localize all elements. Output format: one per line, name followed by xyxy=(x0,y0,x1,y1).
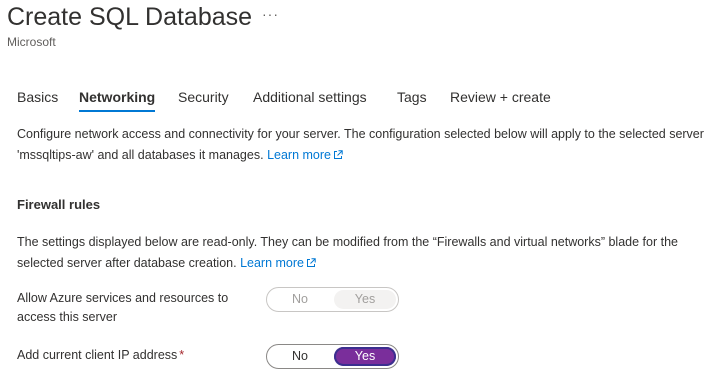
firewall-description-text: The settings displayed below are read-on… xyxy=(17,235,678,270)
tab-networking[interactable]: Networking xyxy=(79,86,156,112)
firewall-rules-heading: Firewall rules xyxy=(17,197,101,212)
tab-bar: Basics Networking Security Additional se… xyxy=(0,86,712,114)
allow-azure-yes-option[interactable]: Yes xyxy=(334,290,396,309)
required-marker: * xyxy=(179,348,185,362)
external-link-icon xyxy=(334,150,343,159)
page-title: Create SQL Database xyxy=(7,3,253,31)
allow-azure-no-option[interactable]: No xyxy=(269,290,331,309)
intro-learn-more-link[interactable]: Learn more xyxy=(267,148,343,162)
tab-security[interactable]: Security xyxy=(178,86,229,108)
add-client-ip-no-option[interactable]: No xyxy=(269,347,331,366)
tab-additional-settings[interactable]: Additional settings xyxy=(253,86,367,108)
publisher-label: Microsoft xyxy=(7,35,56,49)
allow-azure-services-label: Allow Azure services and resources to ac… xyxy=(17,291,229,324)
tab-tags[interactable]: Tags xyxy=(397,86,427,108)
add-client-ip-label: Add current client IP address * xyxy=(17,346,247,365)
tab-basics[interactable]: Basics xyxy=(17,86,58,108)
intro-text: Configure network access and connectivit… xyxy=(17,127,704,162)
external-link-icon xyxy=(307,258,316,267)
add-client-ip-yes-option[interactable]: Yes xyxy=(334,347,396,366)
firewall-description: The settings displayed below are read-on… xyxy=(17,232,707,274)
add-client-ip-label-text: Add current client IP address xyxy=(17,348,178,362)
intro-paragraph: Configure network access and connectivit… xyxy=(17,124,707,166)
firewall-learn-more-link[interactable]: Learn more xyxy=(240,256,316,270)
more-options-icon[interactable]: ··· xyxy=(262,6,279,22)
add-client-ip-toggle[interactable]: No Yes xyxy=(266,344,399,369)
allow-azure-services-toggle[interactable]: No Yes xyxy=(266,287,399,312)
tab-review-create[interactable]: Review + create xyxy=(450,86,551,108)
